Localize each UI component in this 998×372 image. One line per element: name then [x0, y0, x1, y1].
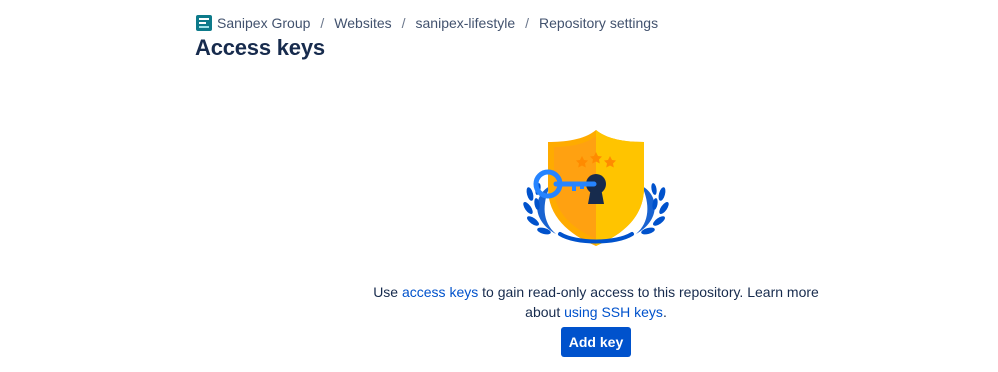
message-text: .	[662, 304, 667, 320]
add-key-button[interactable]: Add key	[561, 327, 631, 357]
shield-key-icon	[520, 126, 672, 252]
page-title: Access keys	[195, 35, 325, 60]
page: Sanipex Group / Websites / sanipex-lifes…	[0, 0, 998, 372]
breadcrumb: Sanipex Group / Websites / sanipex-lifes…	[196, 15, 658, 31]
workspace-logo-icon	[196, 15, 212, 31]
access-keys-link[interactable]: access keys	[402, 284, 478, 300]
ssh-keys-link[interactable]: using SSH keys	[564, 304, 663, 320]
breadcrumb-repository-settings[interactable]: Repository settings	[539, 15, 658, 31]
breadcrumb-project[interactable]: Websites	[334, 15, 391, 31]
message-text: Use	[373, 284, 402, 300]
breadcrumb-workspace[interactable]: Sanipex Group	[217, 15, 310, 31]
breadcrumb-separator: /	[401, 15, 406, 31]
empty-state-message: Use access keys to gain read-only access…	[370, 282, 822, 322]
breadcrumb-repository[interactable]: sanipex-lifestyle	[416, 15, 516, 31]
breadcrumb-separator: /	[525, 15, 530, 31]
breadcrumb-separator: /	[320, 15, 325, 31]
